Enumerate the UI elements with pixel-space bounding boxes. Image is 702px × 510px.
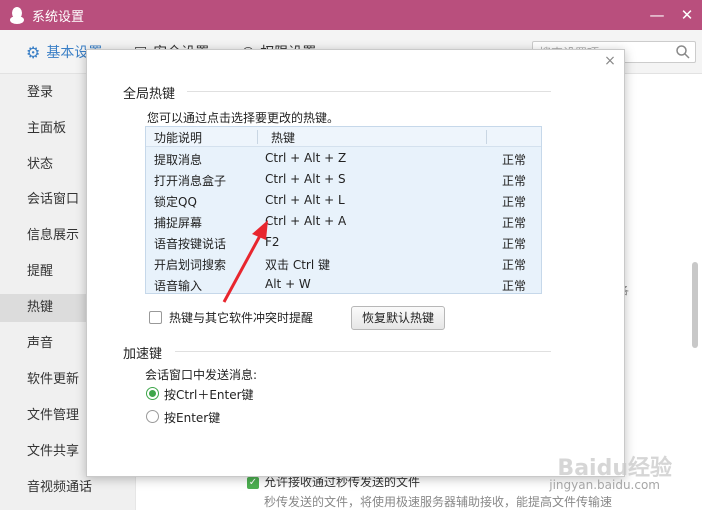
column-separator <box>257 130 258 144</box>
section-divider <box>175 351 551 352</box>
global-hotkey-description: 您可以通过点击选择要更改的热键。 <box>147 111 340 125</box>
table-row[interactable]: 锁定QQ Ctrl + Alt + L 正常 <box>146 190 541 211</box>
row-status: 正常 <box>502 216 527 230</box>
column-header-function: 功能说明 <box>154 131 203 145</box>
row-function: 捕捉屏幕 <box>154 216 203 230</box>
row-function: 开启划词搜索 <box>154 258 227 272</box>
column-separator <box>486 130 487 144</box>
qq-penguin-icon <box>6 4 28 26</box>
row-status: 正常 <box>502 153 527 167</box>
hotkey-settings-dialog: × 全局热键 您可以通过点击选择要更改的热键。 功能说明 热键 提取消息 Ctr… <box>86 49 625 477</box>
row-function: 锁定QQ <box>154 195 197 209</box>
watermark-url: jingyan.baidu.com <box>549 478 660 492</box>
search-icon[interactable] <box>675 44 691 63</box>
gear-icon: ⚙ <box>26 42 41 62</box>
row-function: 语音输入 <box>154 279 203 293</box>
row-hotkey[interactable]: Ctrl + Alt + S <box>265 172 346 186</box>
background-checkbox[interactable]: ✓ <box>247 477 259 489</box>
row-function: 语音按键说话 <box>154 237 227 251</box>
conflict-reminder-checkbox[interactable] <box>149 311 162 324</box>
hotkey-table: 功能说明 热键 提取消息 Ctrl + Alt + Z 正常 打开消息盒子 Ct… <box>145 126 542 294</box>
radio-ctrl-enter-label[interactable]: 按Ctrl＋Enter键 <box>164 386 254 403</box>
window-title: 系统设置 <box>32 9 85 25</box>
accelerator-subtitle: 会话窗口中发送消息: <box>145 368 258 382</box>
dialog-close-icon[interactable]: × <box>602 53 618 69</box>
radio-enter[interactable] <box>146 410 159 423</box>
table-row[interactable]: 打开消息盒子 Ctrl + Alt + S 正常 <box>146 169 541 190</box>
row-status: 正常 <box>502 237 527 251</box>
sidebar-item-av-call[interactable]: 音视频通话 <box>0 474 135 502</box>
table-row[interactable]: 捕捉屏幕 Ctrl + Alt + A 正常 <box>146 211 541 232</box>
table-header: 功能说明 热键 <box>146 127 541 147</box>
scrollbar-thumb[interactable] <box>692 262 698 348</box>
table-row[interactable]: 语音输入 Alt + W 正常 <box>146 274 541 295</box>
row-function: 提取消息 <box>154 153 203 167</box>
restore-default-hotkeys-button[interactable]: 恢复默认热键 <box>351 306 445 330</box>
row-function: 打开消息盒子 <box>154 174 227 188</box>
close-button[interactable]: ✕ <box>672 0 702 30</box>
row-hotkey[interactable]: Ctrl + Alt + Z <box>265 151 346 165</box>
background-description: 秒传发送的文件，将使用极速服务器辅助接收，能提高文件传输速 <box>264 495 613 509</box>
row-hotkey[interactable]: Ctrl + Alt + A <box>265 214 346 228</box>
row-hotkey[interactable]: 双击 Ctrl 键 <box>265 256 330 273</box>
table-row[interactable]: 语音按键说话 F2 正常 <box>146 232 541 253</box>
accelerator-title: 加速键 <box>123 347 163 362</box>
table-row[interactable]: 提取消息 Ctrl + Alt + Z 正常 <box>146 148 541 169</box>
column-header-hotkey: 热键 <box>271 131 296 145</box>
row-status: 正常 <box>502 258 527 272</box>
row-status: 正常 <box>502 279 527 293</box>
minimize-button[interactable]: — <box>642 0 672 30</box>
section-divider <box>187 91 551 92</box>
row-hotkey[interactable]: F2 <box>265 235 280 249</box>
row-hotkey[interactable]: Ctrl + Alt + L <box>265 193 345 207</box>
conflict-reminder-label: 热键与其它软件冲突时提醒 <box>169 311 314 325</box>
radio-ctrl-enter[interactable] <box>146 387 159 400</box>
title-bar: 系统设置 — ✕ <box>0 0 702 30</box>
global-hotkey-title: 全局热键 <box>123 87 176 102</box>
row-hotkey[interactable]: Alt + W <box>265 277 311 291</box>
table-row[interactable]: 开启划词搜索 双击 Ctrl 键 正常 <box>146 253 541 274</box>
radio-enter-label[interactable]: 按Enter键 <box>164 409 220 426</box>
row-status: 正常 <box>502 174 527 188</box>
row-status: 正常 <box>502 195 527 209</box>
